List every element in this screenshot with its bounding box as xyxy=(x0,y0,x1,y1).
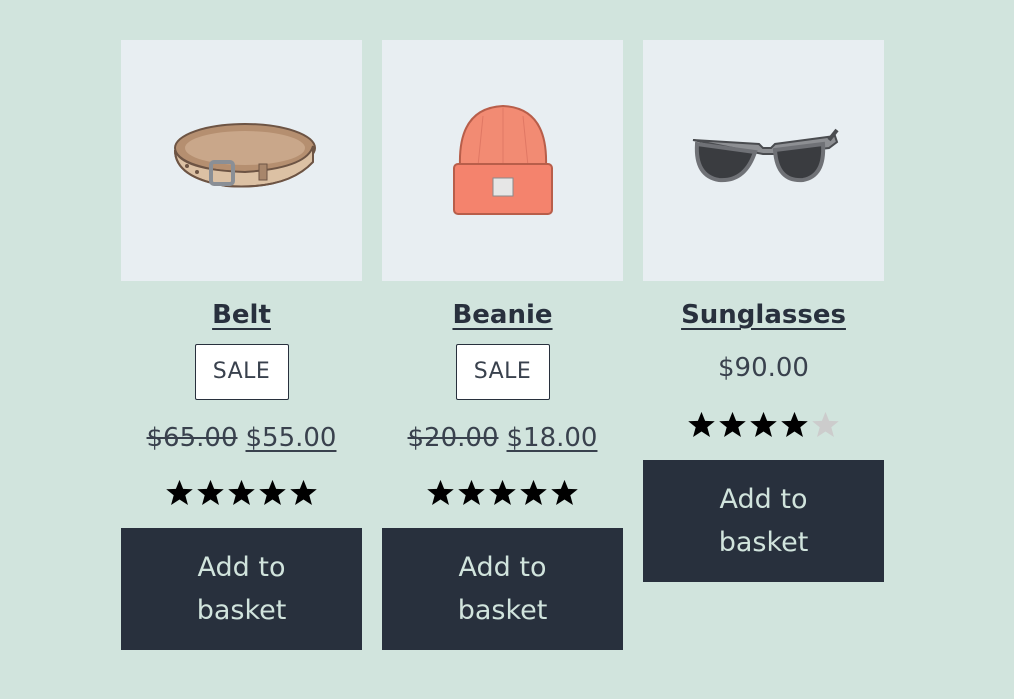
star-rating xyxy=(687,410,840,439)
star-rating xyxy=(426,478,579,507)
price: $65.00 $55.00 xyxy=(147,420,337,456)
star-rating xyxy=(165,478,318,507)
price: $90.00 xyxy=(718,353,809,383)
product-grid: Belt SALE $65.00 $55.00 Add to basket Bea… xyxy=(121,40,884,650)
belt-image xyxy=(173,122,316,187)
product-title-sunglasses[interactable]: Sunglasses xyxy=(681,298,846,332)
star-filled-icon xyxy=(458,479,485,505)
regular-price: $20.00 xyxy=(407,423,499,453)
star-filled-icon xyxy=(166,479,193,505)
sale-badge: SALE xyxy=(455,344,550,400)
star-filled-icon xyxy=(197,479,224,505)
product-title-beanie[interactable]: Beanie xyxy=(452,298,552,332)
sunglasses-image xyxy=(692,128,839,182)
sale-badge: SALE xyxy=(194,344,289,400)
add-to-basket-button[interactable]: Add to basket xyxy=(382,528,623,650)
star-filled-icon xyxy=(520,479,547,505)
star-filled-icon xyxy=(489,479,516,505)
product-card-sunglasses: Sunglasses $90.00 Add to basket xyxy=(643,40,884,650)
product-card-beanie: Beanie SALE $20.00 $18.00 Add to basket xyxy=(382,40,623,650)
sale-price: $18.00 xyxy=(506,423,598,453)
product-image-belt[interactable] xyxy=(121,40,362,281)
sale-price: $55.00 xyxy=(245,423,337,453)
add-to-basket-button[interactable]: Add to basket xyxy=(121,528,362,650)
product-image-beanie[interactable] xyxy=(382,40,623,281)
product-card-belt: Belt SALE $65.00 $55.00 Add to basket xyxy=(121,40,362,650)
star-filled-icon xyxy=(750,411,777,437)
star-filled-icon xyxy=(427,479,454,505)
star-filled-icon xyxy=(781,411,808,437)
star-filled-icon xyxy=(259,479,286,505)
product-title-belt[interactable]: Belt xyxy=(212,298,271,332)
star-filled-icon xyxy=(228,479,255,505)
star-empty-icon xyxy=(812,411,839,437)
regular-price: $65.00 xyxy=(146,423,238,453)
add-to-basket-button[interactable]: Add to basket xyxy=(643,460,884,582)
beanie-image xyxy=(452,104,553,215)
price: $20.00 $18.00 xyxy=(408,420,598,456)
product-image-sunglasses[interactable] xyxy=(643,40,884,281)
star-filled-icon xyxy=(290,479,317,505)
star-filled-icon xyxy=(688,411,715,437)
star-filled-icon xyxy=(719,411,746,437)
star-filled-icon xyxy=(551,479,578,505)
